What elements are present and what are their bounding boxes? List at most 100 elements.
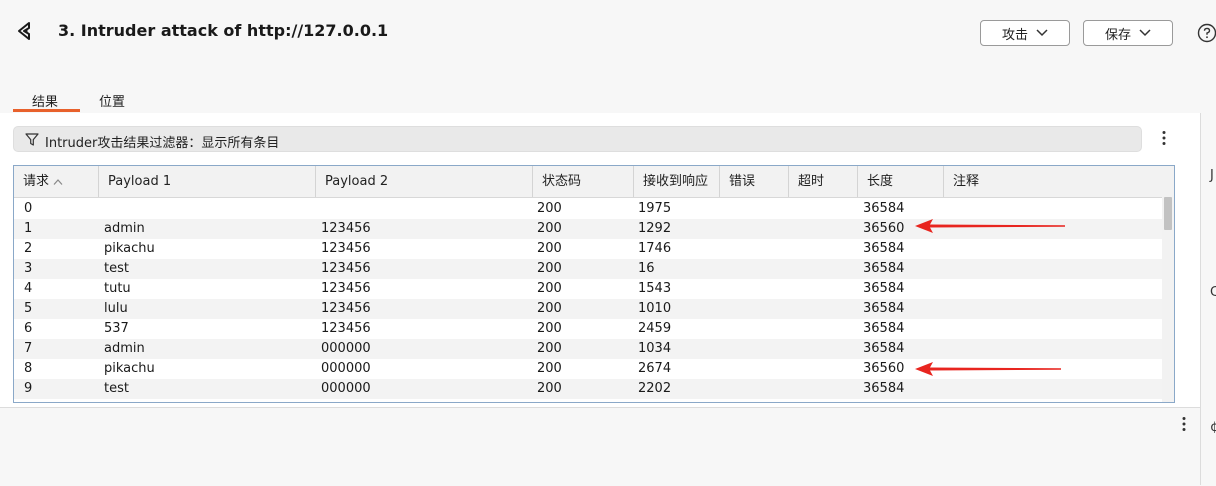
table-cell-response: 1975 [638,201,672,216]
annotation-arrow [915,219,1065,233]
chevron-down-icon [1139,29,1151,37]
table-row[interactable]: 6 537 123456 200 2459 36584 [14,319,1162,339]
table-cell-length: 36584 [863,261,905,276]
table-cell-status: 200 [537,261,562,276]
table-cell-length: 36584 [863,341,905,356]
column-header-error[interactable]: 错误 [720,166,788,197]
table-cell-length: 36584 [863,381,905,396]
table-cell-request: 9 [24,381,33,396]
table-cell-payload1: pikachu [104,361,155,376]
table-cell-payload1: admin [104,221,145,236]
table-cell-payload1: pikachu [104,241,155,256]
table-cell-response: 2202 [638,381,672,396]
side-panel-glyph: ¢ [1210,420,1216,435]
table-cell-request: 6 [24,321,33,336]
filter-label: Intruder攻击结果过滤器：显示所有条目 [45,136,280,151]
table-header: 请求 Payload 1 Payload 2 状态码 接收到响应 错误 超时 长… [14,166,1162,198]
annotation-arrow [915,362,1061,376]
table-cell-payload2: 000000 [321,381,371,396]
table-cell-response: 2459 [638,321,672,336]
table-row[interactable]: 3 test 123456 200 16 36584 [14,259,1162,279]
table-cell-status: 200 [537,241,562,256]
table-cell-request: 1 [24,221,33,236]
tab-positions[interactable]: 位置 [99,91,125,110]
table-cell-status: 200 [537,341,562,356]
table-cell-response: 1746 [638,241,672,256]
table-cell-payload1: test [104,381,129,396]
attack-button-label: 攻击 [1001,27,1028,43]
table-cell-request: 7 [24,341,33,356]
more-options-icon[interactable] [1162,130,1166,146]
table-cell-request: 0 [24,201,33,216]
table-cell-length: 36584 [863,321,905,336]
column-header-comment[interactable]: 注释 [944,166,1162,197]
table-cell-status: 200 [537,201,562,216]
table-row[interactable]: 7 admin 000000 200 1034 36584 [14,339,1162,359]
table-cell-payload1: 537 [104,321,129,336]
intruder-app-icon [18,22,30,40]
table-cell-response: 16 [638,261,655,276]
table-cell-payload2: 123456 [321,221,371,236]
side-panel-glyph: C [1210,285,1216,300]
tab-bar: 结果 位置 [0,84,1216,114]
table-cell-payload2: 123456 [321,241,371,256]
detail-panel [0,407,1200,486]
column-header-request[interactable]: 请求 [14,166,99,197]
table-cell-response: 1292 [638,221,672,236]
table-cell-payload1: admin [104,341,145,356]
tab-results[interactable]: 结果 [32,91,58,110]
table-cell-status: 200 [537,221,562,236]
table-cell-length: 36560 [863,221,905,236]
table-cell-response: 1543 [638,281,672,296]
table-cell-payload2: 000000 [321,341,371,356]
table-cell-length: 36584 [863,241,905,256]
save-button[interactable]: 保存 [1083,20,1173,46]
table-cell-length: 36560 [863,361,905,376]
table-cell-length: 36584 [863,281,905,296]
table-cell-status: 200 [537,281,562,296]
table-cell-payload2: 123456 [321,321,371,336]
table-cell-response: 2674 [638,361,672,376]
table-cell-request: 4 [24,281,33,296]
table-cell-payload2: 123456 [321,281,371,296]
table-row[interactable]: 9 test 000000 200 2202 36584 [14,379,1162,399]
sort-ascending-icon [53,178,63,185]
results-filter-bar[interactable]: Intruder攻击结果过滤器：显示所有条目 [13,126,1142,152]
help-icon[interactable] [1197,23,1216,43]
table-row[interactable]: 5 lulu 123456 200 1010 36584 [14,299,1162,319]
save-button-label: 保存 [1104,27,1131,43]
side-panel-glyph: J [1210,168,1214,183]
active-tab-indicator [13,109,80,112]
column-header-payload2[interactable]: Payload 2 [316,166,533,197]
table-cell-status: 200 [537,381,562,396]
scrollbar-thumb[interactable] [1164,197,1172,230]
table-row[interactable]: 0 200 1975 36584 [14,199,1162,219]
page-title: 3. Intruder attack of http://127.0.0.1 [58,21,389,40]
table-cell-request: 5 [24,301,33,316]
table-cell-payload1: test [104,261,129,276]
column-header-length[interactable]: 长度 [858,166,944,197]
column-header-response-received[interactable]: 接收到响应 [634,166,720,197]
table-cell-length: 36584 [863,301,905,316]
column-header-timeout[interactable]: 超时 [789,166,858,197]
table-row[interactable]: 2 pikachu 123456 200 1746 36584 [14,239,1162,259]
table-cell-status: 200 [537,321,562,336]
table-cell-length: 36584 [863,201,905,216]
table-cell-payload1: lulu [104,301,128,316]
attack-button[interactable]: 攻击 [980,20,1070,46]
table-cell-response: 1010 [638,301,672,316]
more-options-icon[interactable] [1182,416,1186,432]
table-cell-payload2: 123456 [321,301,371,316]
column-header-status[interactable]: 状态码 [533,166,634,197]
table-cell-status: 200 [537,361,562,376]
table-cell-payload1: tutu [104,281,131,296]
chevron-down-icon [1036,29,1048,37]
table-row[interactable]: 4 tutu 123456 200 1543 36584 [14,279,1162,299]
table-cell-request: 3 [24,261,33,276]
table-cell-status: 200 [537,301,562,316]
table-cell-payload2: 123456 [321,261,371,276]
filter-icon [25,133,39,146]
table-cell-response: 1034 [638,341,672,356]
vertical-scrollbar[interactable] [1162,166,1174,402]
column-header-payload1[interactable]: Payload 1 [99,166,315,197]
